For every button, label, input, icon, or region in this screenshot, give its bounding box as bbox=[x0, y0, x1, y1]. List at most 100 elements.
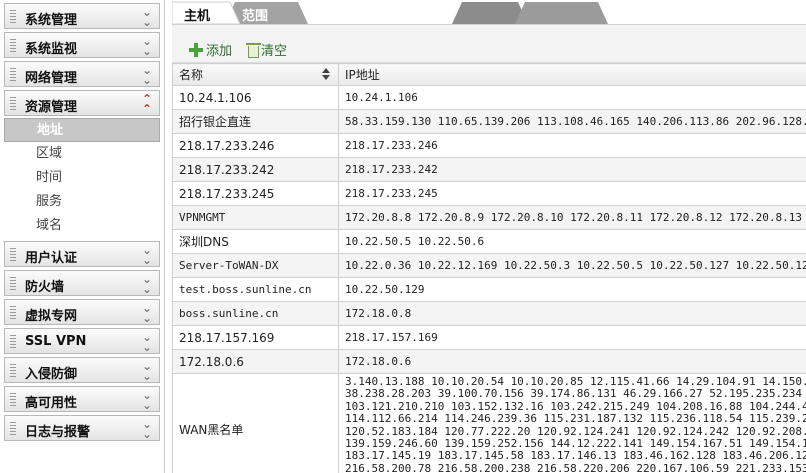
sidebar-section-2[interactable]: 网络管理 ⌄ ⌄ bbox=[4, 61, 160, 87]
sidebar-section-4[interactable]: 用户认证 ⌄ ⌄ bbox=[4, 241, 160, 267]
cell-name: 深圳DNS bbox=[172, 229, 339, 254]
submenu-item-4[interactable]: 域名 bbox=[4, 214, 160, 238]
table-row[interactable]: boss.sunline.cn 172.18.0.8 bbox=[172, 301, 806, 326]
tab-subnet[interactable]: 子网 bbox=[305, 5, 331, 24]
resource-submenu: 地址 区域 时间 服务 域名 bbox=[4, 118, 160, 238]
cell-name: Server-ToWAN-DX bbox=[172, 253, 339, 278]
cell-name: WAN黑名单 bbox=[172, 373, 339, 473]
cell-name: 10.24.1.106 bbox=[172, 85, 339, 110]
sidebar-section-7[interactable]: SSL VPN ⌄ ⌄ bbox=[4, 328, 160, 354]
table-row[interactable]: 218.17.233.246 218.17.233.246 bbox=[172, 133, 806, 158]
column-header-ip[interactable]: IP地址 bbox=[338, 63, 806, 86]
sidebar-section-label: 日志与报警 bbox=[25, 425, 91, 440]
cell-ip: 218.17.157.169 bbox=[338, 325, 806, 350]
table-row[interactable]: Server-ToWAN-DX 10.22.0.36 10.22.12.169 1… bbox=[172, 253, 806, 278]
chevron-down-icon[interactable]: ⌄ ⌄ bbox=[142, 244, 152, 266]
table-row[interactable]: WAN黑名单 3.140.13.188 10.10.20.54 10.10.20.… bbox=[172, 373, 806, 473]
sidebar: 系统管理 ⌄ ⌄ 系统监视 ⌄ ⌄ 网络管理 ⌄ ⌄ 资源管理 ⌃ ⌃ 地址 区域 时间 服务 域名 用户认证 ⌄ ⌄… bbox=[0, 0, 165, 473]
sidebar-section-8[interactable]: 入侵防御 ⌄ ⌄ bbox=[4, 357, 160, 383]
sidebar-section-label: SSL VPN bbox=[25, 334, 87, 349]
submenu-item-0[interactable]: 地址 bbox=[4, 118, 160, 142]
sidebar-section-9[interactable]: 高可用性 ⌄ ⌄ bbox=[4, 386, 160, 412]
sidebar-section-5[interactable]: 防火墙 ⌄ ⌄ bbox=[4, 270, 160, 296]
grip-icon bbox=[10, 68, 16, 82]
table-row[interactable]: test.boss.sunline.cn 10.22.50.129 bbox=[172, 277, 806, 302]
table-row[interactable]: VPNMGMT 172.20.8.8 172.20.8.9 172.20.8.10… bbox=[172, 205, 806, 230]
cell-ip: 10.24.1.106 bbox=[338, 85, 806, 110]
sidebar-section-1[interactable]: 系统监视 ⌄ ⌄ bbox=[4, 32, 160, 58]
sidebar-section-label: 高可用性 bbox=[25, 396, 78, 411]
tab-address-group[interactable]: 地址组 bbox=[364, 5, 403, 24]
sidebar-section-10[interactable]: 日志与报警 ⌄ ⌄ bbox=[4, 415, 160, 441]
cell-ip: 172.20.8.8 172.20.8.9 172.20.8.10 172.20… bbox=[338, 205, 806, 230]
chevron-down-icon[interactable]: ⌄ ⌄ bbox=[142, 331, 152, 353]
grip-icon bbox=[10, 248, 16, 262]
chevron-down-icon[interactable]: ⌄ ⌄ bbox=[142, 35, 152, 57]
tab-host[interactable]: 主机 bbox=[184, 5, 210, 24]
toolbar: 添加 清空 bbox=[172, 25, 806, 63]
tab-range[interactable]: 范围 bbox=[242, 5, 268, 24]
sidebar-section-6[interactable]: 虚拟专网 ⌄ ⌄ bbox=[4, 299, 160, 325]
cell-name: 招行银企直连 bbox=[172, 109, 339, 134]
chevron-down-icon[interactable]: ⌄ ⌄ bbox=[142, 64, 152, 86]
trash-icon bbox=[246, 43, 261, 58]
sort-icon[interactable] bbox=[322, 68, 330, 82]
sidebar-section-0[interactable]: 系统管理 ⌄ ⌄ bbox=[4, 3, 160, 29]
sidebar-section-label: 资源管理 bbox=[25, 100, 78, 115]
sidebar-section-3[interactable]: 资源管理 ⌃ ⌃ bbox=[4, 90, 160, 116]
chevron-down-icon[interactable]: ⌄ ⌄ bbox=[142, 418, 152, 440]
cell-name: 218.17.157.169 bbox=[172, 325, 339, 350]
add-button[interactable]: 添加 bbox=[188, 40, 232, 59]
chevron-down-icon[interactable]: ⌄ ⌄ bbox=[142, 6, 152, 28]
grip-icon bbox=[10, 335, 16, 349]
table-row[interactable]: 218.17.233.242 218.17.233.242 bbox=[172, 157, 806, 182]
grip-icon bbox=[10, 306, 16, 320]
table-row[interactable]: 10.24.1.106 10.24.1.106 bbox=[172, 85, 806, 110]
cell-name: 218.17.233.245 bbox=[172, 181, 339, 206]
table-row[interactable]: 172.18.0.6 172.18.0.6 bbox=[172, 349, 806, 374]
grip-icon bbox=[10, 39, 16, 53]
chevron-down-icon[interactable]: ⌄ ⌄ bbox=[142, 389, 152, 411]
cell-ip: 10.22.0.36 10.22.12.169 10.22.50.3 10.22… bbox=[338, 253, 806, 278]
address-table: 名称 IP地址 10.24.1.106 10.24.1.106 招行银企直连 58.3… bbox=[172, 63, 806, 473]
submenu-item-3[interactable]: 服务 bbox=[4, 190, 160, 214]
table-row[interactable]: 218.17.233.245 218.17.233.245 bbox=[172, 181, 806, 206]
ip-line: 216.58.200.78 216.58.200.238 216.58.220.… bbox=[345, 461, 806, 473]
clear-button[interactable]: 清空 bbox=[246, 40, 287, 59]
cell-name: test.boss.sunline.cn bbox=[172, 277, 339, 302]
column-header-name-label: 名称 bbox=[179, 68, 204, 82]
grip-icon bbox=[10, 97, 16, 111]
chevron-up-icon[interactable]: ⌃ ⌃ bbox=[142, 93, 152, 115]
address-table-viewport[interactable]: 名称 IP地址 10.24.1.106 10.24.1.106 招行银企直连 58.3… bbox=[172, 63, 806, 473]
sidebar-section-label: 防火墙 bbox=[25, 280, 65, 295]
chevron-down-icon[interactable]: ⌄ ⌄ bbox=[142, 302, 152, 324]
sidebar-section-label: 用户认证 bbox=[25, 251, 78, 266]
tab-shape-group[interactable] bbox=[515, 2, 608, 24]
cell-ip: 172.18.0.6 bbox=[338, 349, 806, 374]
plus-icon bbox=[188, 42, 204, 58]
sidebar-section-label: 虚拟专网 bbox=[25, 309, 78, 324]
table-body: 10.24.1.106 10.24.1.106 招行银企直连 58.33.159.13… bbox=[172, 85, 806, 473]
cell-name: boss.sunline.cn bbox=[172, 301, 339, 326]
main-panel: 主机 范围 子网 地址组 添加 清空 名称 IP地址 10.24.1.106 10… bbox=[172, 0, 806, 473]
cell-name: VPNMGMT bbox=[172, 205, 339, 230]
chevron-down-icon[interactable]: ⌄ ⌄ bbox=[142, 360, 152, 382]
grip-icon bbox=[10, 277, 16, 291]
chevron-down-icon[interactable]: ⌄ ⌄ bbox=[142, 273, 152, 295]
column-header-name[interactable]: 名称 bbox=[172, 63, 339, 86]
sidebar-section-label: 系统监视 bbox=[25, 42, 78, 57]
table-row[interactable]: 深圳DNS 10.22.50.5 10.22.50.6 bbox=[172, 229, 806, 254]
sidebar-section-label: 系统管理 bbox=[25, 13, 78, 28]
table-row[interactable]: 218.17.157.169 218.17.157.169 bbox=[172, 325, 806, 350]
cell-name: 218.17.233.246 bbox=[172, 133, 339, 158]
table-row[interactable]: 招行银企直连 58.33.159.130 110.65.139.206 113.1… bbox=[172, 109, 806, 134]
grip-icon bbox=[10, 10, 16, 24]
cell-ip: 218.17.233.242 bbox=[338, 157, 806, 182]
sidebar-section-label: 入侵防御 bbox=[25, 367, 78, 382]
cell-ip: 10.22.50.129 bbox=[338, 277, 806, 302]
cell-ip: 58.33.159.130 110.65.139.206 113.108.46.… bbox=[338, 109, 806, 134]
tab-bar: 主机 范围 子网 地址组 bbox=[172, 0, 806, 25]
submenu-item-1[interactable]: 区域 bbox=[4, 142, 160, 166]
grip-icon bbox=[10, 422, 16, 436]
submenu-item-2[interactable]: 时间 bbox=[4, 166, 160, 190]
